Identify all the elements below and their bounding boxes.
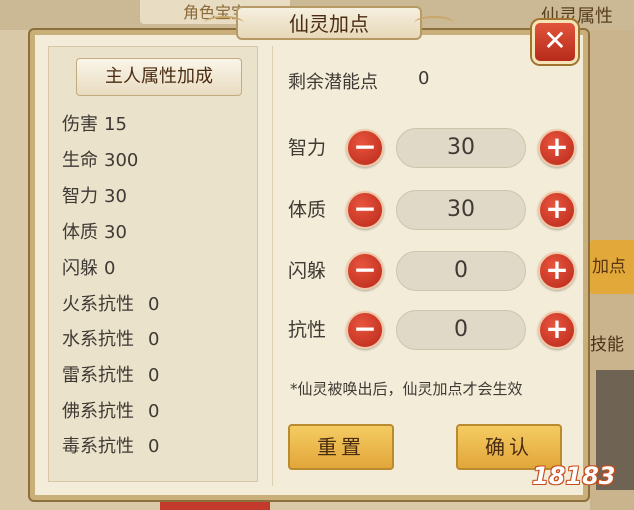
dialog-title: 仙灵加点 — [204, 6, 454, 40]
increase-intelligence-button[interactable]: + — [538, 129, 576, 167]
attribute-row-damage: 伤害 15 — [62, 110, 127, 136]
attribute-label: 伤害 — [62, 114, 98, 135]
attribute-row-dodge: 闪躲 0 — [62, 254, 115, 280]
attribute-value: 0 — [104, 258, 116, 279]
panel-divider — [272, 46, 273, 486]
intelligence-value-field: 30 — [396, 128, 526, 168]
point-row-label-constitution: 体质 — [288, 199, 327, 221]
point-row-label-intelligence: 智力 — [288, 137, 327, 159]
attribute-value: 0 — [148, 294, 160, 315]
attribute-value: 0 — [148, 401, 160, 422]
decrease-resistance-button[interactable]: − — [346, 311, 384, 349]
attribute-row-water-resist: 水系抗性 0 — [62, 325, 159, 351]
reset-button[interactable]: 重置 — [288, 424, 394, 470]
attribute-label: 生命 — [62, 150, 98, 171]
remaining-points-label: 剩余潜能点 — [288, 72, 378, 93]
background-add-points-tab: 加点 — [588, 240, 634, 294]
site-watermark-logo: 18183 — [532, 462, 616, 490]
close-button[interactable]: ✕ — [532, 20, 578, 64]
attribute-label: 雷系抗性 — [62, 365, 134, 386]
attribute-value: 30 — [104, 186, 127, 207]
attribute-label: 闪躲 — [62, 258, 98, 279]
point-row-label-resistance: 抗性 — [288, 319, 327, 341]
attribute-row-fire-resist: 火系抗性 0 — [62, 290, 159, 316]
attribute-label: 佛系抗性 — [62, 401, 134, 422]
attribute-label: 火系抗性 — [62, 294, 134, 315]
owner-attribute-bonus-button[interactable]: 主人属性加成 — [76, 58, 242, 96]
attribute-value: 300 — [104, 150, 139, 171]
attribute-row-intelligence: 智力 30 — [62, 182, 127, 208]
attribute-value: 15 — [104, 114, 127, 135]
attribute-row-constitution: 体质 30 — [62, 218, 127, 244]
attribute-row-poison-resist: 毒系抗性 0 — [62, 432, 159, 458]
background-skills-tab: 技能 — [590, 335, 624, 355]
activation-note: *仙灵被唤出后，仙灵加点才会生效 — [290, 380, 523, 398]
point-row-label-dodge: 闪躲 — [288, 260, 327, 282]
attribute-label: 毒系抗性 — [62, 436, 134, 457]
decrease-constitution-button[interactable]: − — [346, 191, 384, 229]
attribute-label: 体质 — [62, 222, 98, 243]
resistance-value-field: 0 — [396, 310, 526, 350]
attribute-value: 0 — [148, 329, 160, 350]
attribute-row-hp: 生命 300 — [62, 146, 138, 172]
attribute-value: 30 — [104, 222, 127, 243]
increase-constitution-button[interactable]: + — [538, 191, 576, 229]
dodge-value-field: 0 — [396, 251, 526, 291]
decrease-dodge-button[interactable]: − — [346, 252, 384, 290]
increase-dodge-button[interactable]: + — [538, 252, 576, 290]
constitution-value-field: 30 — [396, 190, 526, 230]
attribute-value: 0 — [148, 365, 160, 386]
attribute-label: 水系抗性 — [62, 329, 134, 350]
attribute-label: 智力 — [62, 186, 98, 207]
decrease-intelligence-button[interactable]: − — [346, 129, 384, 167]
attribute-row-thunder-resist: 雷系抗性 0 — [62, 361, 159, 387]
attribute-row-buddha-resist: 佛系抗性 0 — [62, 397, 159, 423]
increase-resistance-button[interactable]: + — [538, 311, 576, 349]
remaining-points-value: 0 — [418, 68, 430, 89]
attribute-value: 0 — [148, 436, 160, 457]
